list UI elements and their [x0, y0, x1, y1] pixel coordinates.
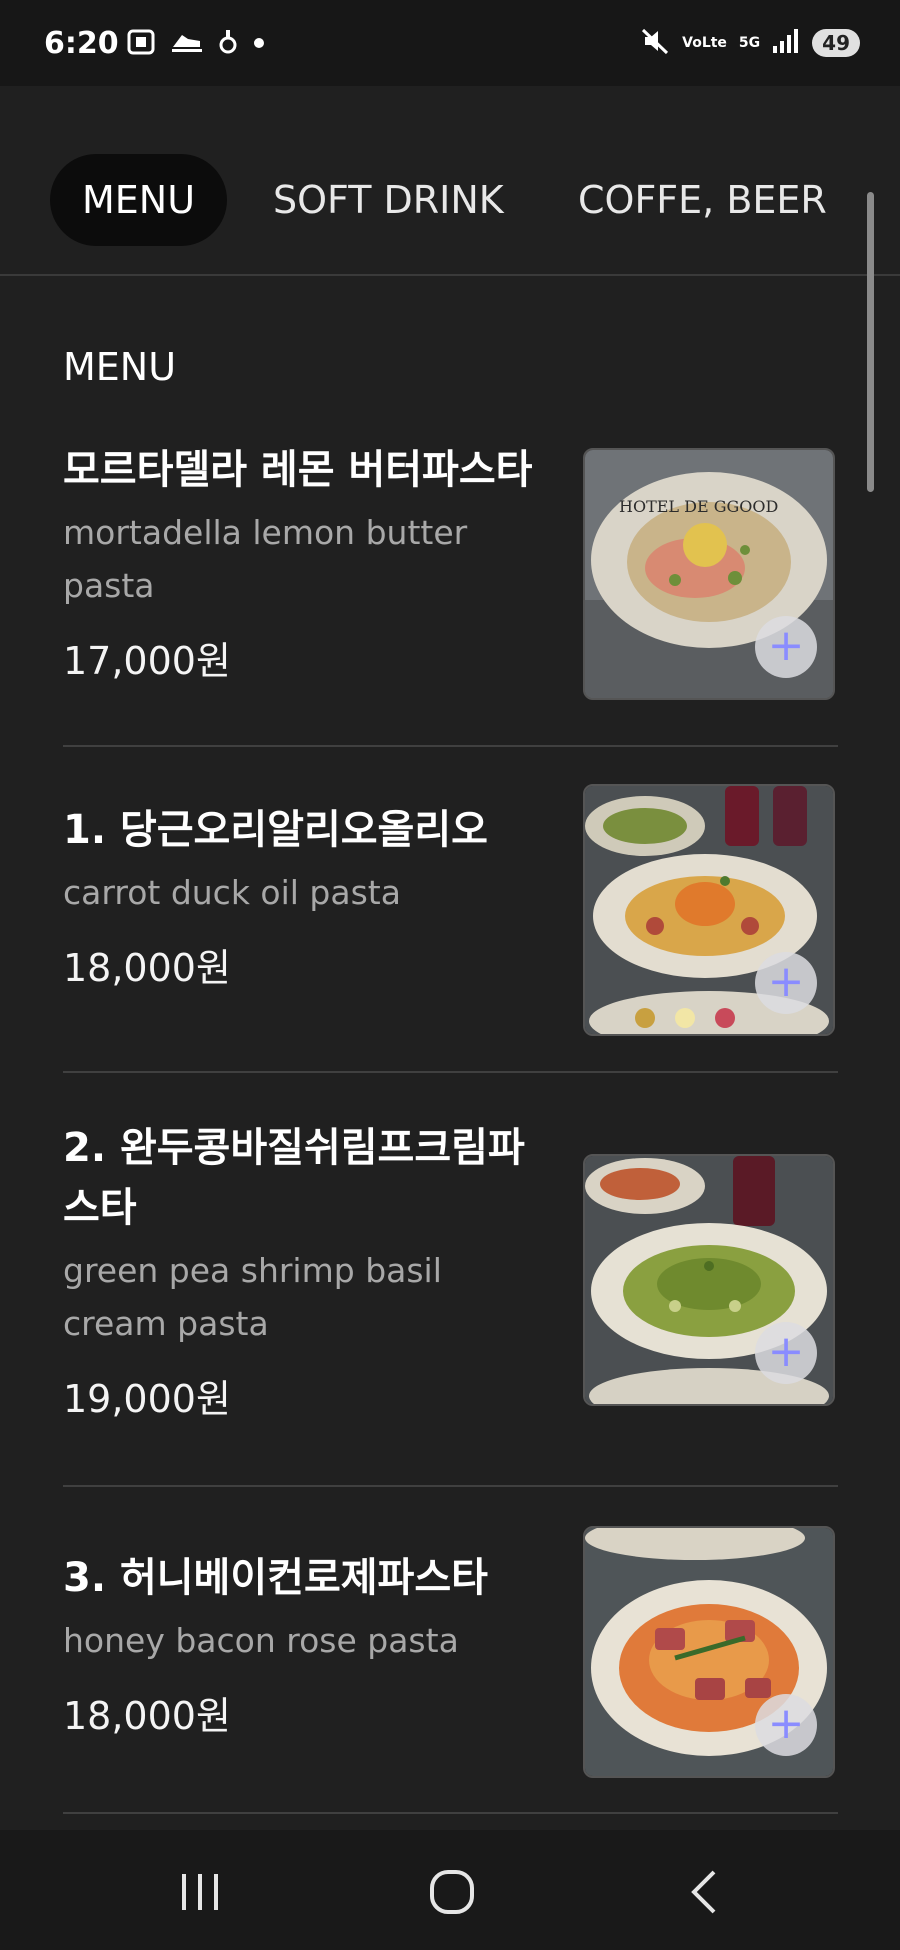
notification-icon — [218, 28, 238, 60]
home-icon[interactable] — [422, 1862, 482, 1922]
category-tabs: MENU SOFT DRINK COFFE, BEER — [0, 86, 900, 276]
back-icon[interactable] — [676, 1862, 736, 1922]
5g-icon: 5G — [738, 35, 761, 51]
shoe-icon — [170, 29, 204, 59]
item-divider — [63, 1071, 838, 1073]
mute-icon — [640, 26, 670, 60]
item-name: 3. 허니베이컨로제파스타 — [63, 1555, 488, 1601]
menu-item-rose-pasta[interactable]: 3. 허니베이컨로제파스타 honey bacon rose pasta 18,… — [63, 1526, 838, 1778]
volte-icon: VoLte — [682, 35, 727, 51]
scrollbar[interactable] — [867, 192, 874, 492]
add-carrot-pasta-button[interactable]: + — [755, 952, 817, 1014]
item-description: green pea shrimp basil cream pasta — [63, 1251, 442, 1343]
pasta-carrot-image[interactable]: + — [583, 784, 835, 1036]
menu-item-pea-pasta[interactable]: 2. 완두콩바질쉬림프크림파스타 green pea shrimp basil … — [63, 1118, 838, 1423]
item-divider — [63, 1812, 838, 1814]
item-name: 2. 완두콩바질쉬림프크림파스타 — [63, 1125, 525, 1231]
item-description: carrot duck oil pasta — [63, 873, 401, 912]
tabs-divider — [0, 274, 900, 276]
system-navigation-bar — [0, 1830, 900, 1950]
section-title: MENU — [63, 345, 177, 389]
menu-item-lemon-pasta[interactable]: 모르타델라 레몬 버터파스타 mortadella lemon butter p… — [63, 440, 838, 700]
dot-icon — [252, 35, 266, 54]
plate-text: HOTEL DE GGOOD — [619, 497, 778, 516]
status-bar: 6:20 VoLte 5G 49 — [0, 0, 900, 86]
item-divider — [63, 1485, 838, 1487]
menu-item-carrot-pasta[interactable]: 1. 당근오리알리오올리오 carrot duck oil pasta 18,0… — [63, 784, 838, 1036]
item-description: mortadella lemon butter pasta — [63, 513, 468, 605]
item-divider — [63, 745, 838, 747]
battery-indicator: 49 — [812, 29, 860, 57]
status-time: 6:20 — [44, 26, 119, 61]
pasta-pea-image[interactable]: + — [583, 1154, 835, 1406]
item-name: 1. 당근오리알리오올리오 — [63, 807, 488, 853]
tab-menu[interactable]: MENU — [50, 154, 228, 246]
pasta-lemon-image[interactable]: HOTEL DE GGOOD + — [583, 448, 835, 700]
add-lemon-pasta-button[interactable]: + — [755, 616, 817, 678]
screenshot-icon — [126, 28, 156, 60]
pasta-rose-image[interactable]: + — [583, 1526, 835, 1778]
item-description: honey bacon rose pasta — [63, 1621, 459, 1660]
recent-apps-icon[interactable] — [170, 1862, 230, 1922]
signal-icon — [772, 28, 800, 58]
tab-soft-drink[interactable]: SOFT DRINK — [273, 154, 504, 246]
add-rose-pasta-button[interactable]: + — [755, 1694, 817, 1756]
item-name: 모르타델라 레몬 버터파스타 — [63, 447, 533, 493]
tab-coffee-beer[interactable]: COFFE, BEER — [578, 154, 827, 246]
add-pea-pasta-button[interactable]: + — [755, 1322, 817, 1384]
